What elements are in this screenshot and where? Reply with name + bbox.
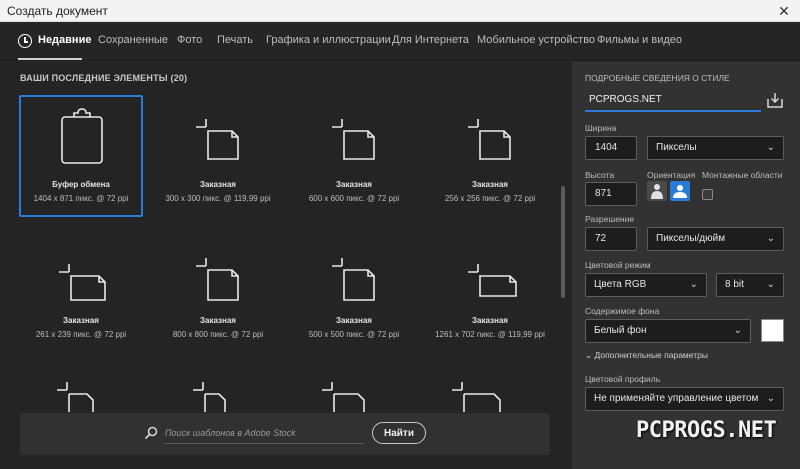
chevron-down-icon: ⌄ [689, 279, 698, 290]
width-input[interactable]: 1404 [585, 136, 637, 160]
resolution-input[interactable]: 72 [585, 227, 637, 251]
preset-tile[interactable]: Заказная 300 x 300 пикс. @ 119,99 ppi [156, 95, 280, 217]
resolution-label: Разрешение [585, 214, 635, 224]
tab-web[interactable]: Для Интернета [392, 34, 469, 46]
search-icon [144, 426, 158, 440]
preset-details-panel: ПОДРОБНЫЕ СВЕДЕНИЯ О СТИЛЕ PCPROGS.NET Ш… [572, 62, 800, 469]
stock-search-input[interactable] [165, 422, 364, 444]
tab-saved[interactable]: Сохраненные [98, 34, 168, 46]
blank-document-icon [332, 258, 375, 301]
tab-print[interactable]: Печать [217, 34, 253, 46]
tab-film-video[interactable]: Фильмы и видео [597, 34, 682, 46]
color-mode-label: Цветовой режим [585, 260, 651, 270]
blank-document-icon [59, 264, 106, 301]
stock-search-bar: Найти [20, 413, 550, 455]
height-label: Высота [585, 170, 615, 180]
background-color-swatch[interactable] [761, 319, 784, 342]
advanced-options-toggle[interactable]: ⌄ Дополнительные параметры [585, 350, 708, 361]
active-tab-indicator [18, 58, 82, 60]
window-title: Создать документ [7, 4, 108, 18]
chevron-down-icon: ⌄ [766, 142, 775, 153]
orientation-label: Ориентация [647, 170, 696, 180]
blank-document-icon [468, 119, 511, 160]
close-icon[interactable]: ✕ [768, 0, 800, 22]
width-unit-select[interactable]: Пикселы ⌄ [647, 136, 784, 160]
clipboard-icon [61, 108, 103, 164]
create-document-dialog: Создать документ ✕ Недавние Сохраненные … [0, 0, 800, 469]
chevron-down-icon: ⌄ [766, 279, 775, 290]
save-preset-icon[interactable] [767, 92, 783, 108]
chevron-down-icon: ⌄ [766, 233, 775, 244]
scrollbar-thumb[interactable] [561, 186, 565, 298]
category-tabs: Недавние Сохраненные Фото Печать Графика… [0, 23, 800, 61]
details-heading: ПОДРОБНЫЕ СВЕДЕНИЯ О СТИЛЕ [585, 73, 730, 83]
clock-icon [18, 34, 32, 48]
presets-scrollbar[interactable] [560, 66, 566, 464]
height-input[interactable]: 871 [585, 182, 637, 206]
search-button[interactable]: Найти [372, 422, 426, 444]
artboards-label: Монтажные области [702, 170, 783, 180]
blank-document-icon[interactable] [452, 378, 508, 412]
recent-section-title: ВАШИ ПОСЛЕДНИЕ ЭЛЕМЕНТЫ (20) [20, 73, 188, 83]
preset-tile[interactable]: Заказная 256 x 256 пикс. @ 72 ppi [428, 95, 552, 217]
artboards-checkbox[interactable] [702, 189, 713, 200]
blank-document-icon [196, 258, 239, 301]
resolution-unit-select[interactable]: Пикселы/дюйм ⌄ [647, 227, 784, 251]
preset-tile[interactable]: Заказная 1261 x 702 пикс. @ 119,99 ppi [428, 238, 552, 360]
color-profile-select[interactable]: Не применяйте управление цветом ⌄ [585, 387, 784, 411]
preset-tile[interactable]: Буфер обмена 1404 x 871 пикс. @ 72 ppi [19, 95, 143, 217]
tab-recent[interactable]: Недавние [38, 34, 91, 46]
preset-tile[interactable]: Заказная 261 x 239 пикс. @ 72 ppi [19, 238, 143, 360]
landscape-orientation-button[interactable] [670, 181, 690, 201]
tab-mobile[interactable]: Мобильное устройство [477, 34, 595, 46]
watermark-logo: PCPROGS.NET [636, 418, 777, 443]
preset-tile[interactable]: Заказная 500 x 500 пикс. @ 72 ppi [292, 238, 416, 360]
presets-panel: ВАШИ ПОСЛЕДНИЕ ЭЛЕМЕНТЫ (20) Буфер обмен… [0, 62, 572, 469]
landscape-icon [673, 185, 687, 198]
portrait-icon [651, 184, 663, 199]
color-profile-label: Цветовой профиль [585, 374, 661, 384]
blank-document-icon [196, 119, 239, 160]
bit-depth-select[interactable]: 8 bit ⌄ [716, 273, 784, 297]
preset-tile[interactable]: Заказная 600 x 600 пикс. @ 72 ppi [292, 95, 416, 217]
preset-tile[interactable]: Заказная 800 x 800 пикс. @ 72 ppi [156, 238, 280, 360]
portrait-orientation-button[interactable] [647, 181, 667, 201]
document-name-field[interactable]: PCPROGS.NET [585, 90, 761, 112]
chevron-down-icon: ⌄ [733, 325, 742, 336]
blank-document-icon[interactable] [57, 378, 107, 412]
blank-document-icon[interactable] [193, 378, 243, 412]
width-label: Ширина [585, 123, 617, 133]
tab-photo[interactable]: Фото [177, 34, 202, 46]
blank-document-icon [468, 264, 517, 297]
title-bar: Создать документ ✕ [0, 0, 800, 22]
chevron-down-icon: ⌄ [585, 350, 593, 360]
background-select[interactable]: Белый фон ⌄ [585, 319, 751, 343]
tab-art-illustration[interactable]: Графика и иллюстрации [266, 34, 391, 46]
chevron-down-icon: ⌄ [766, 393, 775, 404]
color-mode-select[interactable]: Цвета RGB ⌄ [585, 273, 707, 297]
blank-document-icon [332, 119, 375, 160]
blank-document-icon[interactable] [322, 378, 372, 412]
background-label: Содержимое фона [585, 306, 660, 316]
